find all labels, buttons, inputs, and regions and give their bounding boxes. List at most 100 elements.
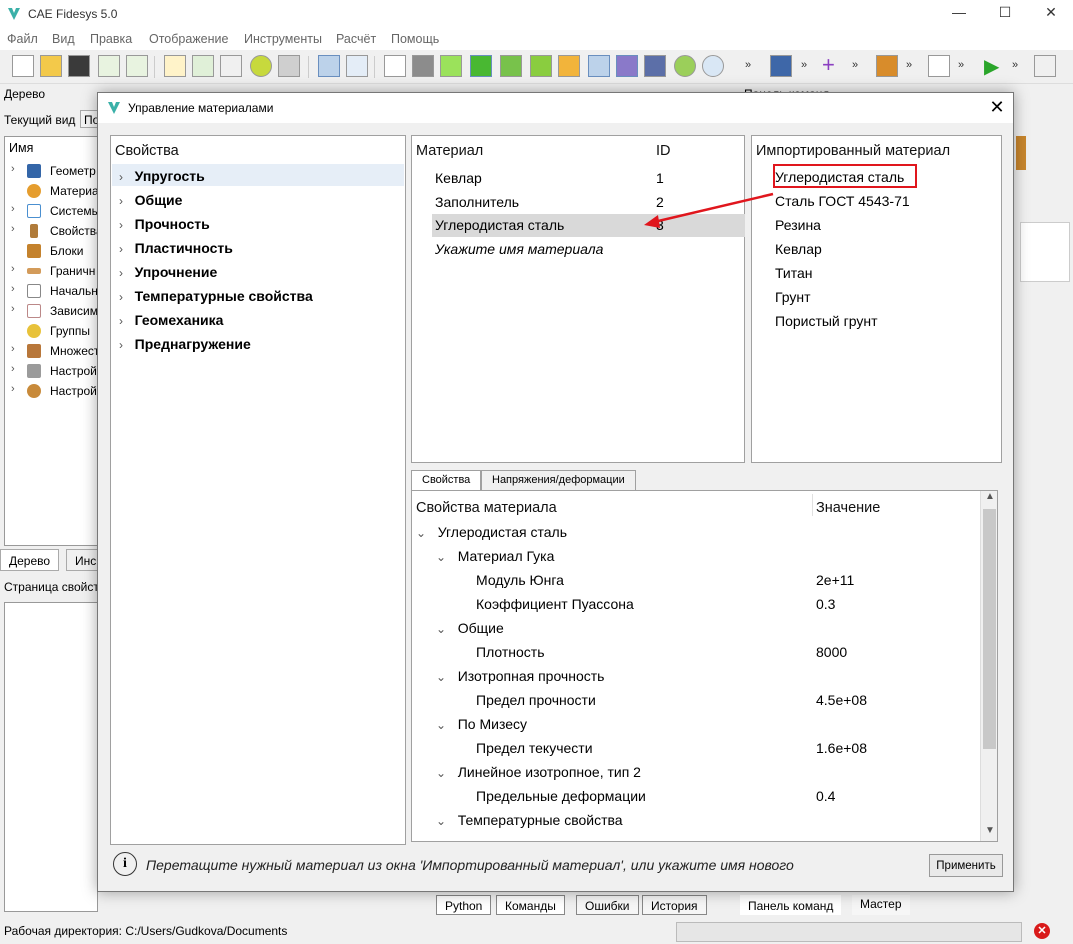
imported-item[interactable]: Сталь ГОСТ 4543-71 — [775, 193, 910, 209]
menu-tools[interactable]: Инструменты — [244, 32, 322, 46]
tree-item[interactable]: › Системы — [5, 201, 97, 221]
prop-row[interactable]: Плотность — [476, 644, 545, 660]
scrollbar-thumb[interactable] — [983, 509, 996, 749]
solid-cube-icon[interactable] — [412, 55, 434, 77]
axis-icon[interactable] — [1034, 55, 1056, 77]
new-material-placeholder[interactable]: Укажите имя материала — [435, 241, 603, 257]
property-category[interactable]: › Геомеханика — [119, 312, 223, 328]
prop-row[interactable]: Предельные деформации — [476, 788, 646, 804]
prop-row[interactable]: Модуль Юнга — [476, 572, 564, 588]
export-icon[interactable] — [126, 55, 148, 77]
refresh-icon[interactable] — [674, 55, 696, 77]
toolbar-overflow-icon[interactable]: » — [958, 59, 964, 71]
menu-edit[interactable]: Правка — [90, 32, 132, 46]
dialog-close-icon[interactable]: ✕ — [986, 97, 1008, 119]
tree-item[interactable]: Группы — [5, 321, 97, 341]
view-icon[interactable] — [644, 55, 666, 77]
select-icon[interactable] — [318, 55, 340, 77]
mesh-icon[interactable] — [530, 55, 552, 77]
toolbar-overflow-icon[interactable]: » — [906, 59, 912, 71]
undo-icon[interactable] — [346, 55, 368, 77]
scroll-down-icon[interactable]: ▼ — [985, 825, 995, 836]
tab-commands[interactable]: Команды — [496, 895, 565, 915]
close-icon[interactable]: ✕ — [1036, 4, 1066, 24]
toolbar-overflow-icon[interactable]: » — [745, 59, 751, 71]
menu-display[interactable]: Отображение — [149, 32, 228, 46]
toolbar-overflow-icon[interactable]: » — [852, 59, 858, 71]
tree-item[interactable]: › Свойства — [5, 221, 97, 241]
prop-row[interactable]: ⌄ Общие — [436, 620, 504, 636]
property-category[interactable]: › Температурные свойства — [119, 288, 313, 304]
tree-item[interactable]: Блоки — [5, 241, 97, 261]
curve-icon[interactable] — [500, 55, 522, 77]
import-icon[interactable] — [98, 55, 120, 77]
node-icon[interactable] — [558, 55, 580, 77]
box-icon[interactable] — [616, 55, 638, 77]
tab-stress-strain[interactable]: Напряжения/деформации — [481, 470, 636, 491]
tab-python[interactable]: Python — [436, 895, 492, 915]
prop-row[interactable]: ⌄ Материал Гука — [436, 548, 554, 564]
tab-tree[interactable]: Дерево — [0, 549, 60, 571]
prop-row[interactable]: ⌄ По Мизесу — [436, 716, 527, 732]
tab-errors[interactable]: Ошибки — [576, 895, 639, 915]
prop-row[interactable]: ⌄ Углеродистая сталь — [416, 524, 567, 540]
new-file-icon[interactable] — [12, 55, 34, 77]
pause-icon[interactable] — [250, 55, 272, 77]
prop-row[interactable]: ⌄ Линейное изотропное, тип 2 — [436, 764, 641, 780]
tree-item[interactable]: › Граничн — [5, 261, 97, 281]
tree-item[interactable]: › Настрой — [5, 381, 97, 401]
imported-item[interactable]: Грунт — [775, 289, 811, 305]
command-tool-icon[interactable] — [1016, 136, 1026, 170]
surface-icon[interactable] — [470, 55, 492, 77]
imported-item[interactable]: Пористый грунт — [775, 313, 878, 329]
users-icon[interactable] — [770, 55, 792, 77]
prop-value[interactable]: 0.4 — [816, 788, 835, 804]
prop-value[interactable]: 4.5e+08 — [816, 692, 867, 708]
prop-value[interactable]: 0.3 — [816, 596, 835, 612]
tree-item[interactable]: › Начальн — [5, 281, 97, 301]
property-category[interactable]: › Преднагружение — [119, 336, 251, 352]
prop-value[interactable]: 1.6e+08 — [816, 740, 867, 756]
hammer-icon[interactable] — [278, 55, 300, 77]
toolbar-overflow-icon[interactable]: » — [801, 59, 807, 71]
run-script-icon[interactable] — [192, 55, 214, 77]
property-category[interactable]: › Общие — [119, 192, 182, 208]
imported-item[interactable]: Кевлар — [775, 241, 822, 257]
tree-item[interactable]: › Зависим — [5, 301, 97, 321]
prop-row[interactable]: ⌄ Температурные свойства — [436, 812, 623, 828]
tree-item[interactable]: › Множест — [5, 341, 97, 361]
tab-wizard[interactable]: Мастер — [852, 895, 910, 915]
wireframe-cube-icon[interactable] — [384, 55, 406, 77]
menu-help[interactable]: Помощь — [391, 32, 439, 46]
bounding-box-icon[interactable] — [928, 55, 950, 77]
imported-item[interactable]: Резина — [775, 217, 821, 233]
vertical-scrollbar[interactable]: ▲ ▼ — [980, 491, 997, 841]
apply-button[interactable]: Применить — [929, 854, 1003, 877]
prop-row[interactable]: Предел прочности — [476, 692, 596, 708]
prop-value[interactable]: 2e+11 — [816, 572, 854, 588]
property-category[interactable]: › Упругость — [119, 168, 205, 184]
minimize-icon[interactable]: — — [944, 4, 974, 24]
prop-row[interactable]: ⌄ Изотропная прочность — [436, 668, 604, 684]
menu-calc[interactable]: Расчёт — [336, 32, 376, 46]
imported-item[interactable]: Титан — [775, 265, 813, 281]
property-category[interactable]: › Упрочнение — [119, 264, 217, 280]
tree-item[interactable]: › Настрой — [5, 361, 97, 381]
error-icon[interactable]: ✕ — [1034, 923, 1050, 939]
menu-file[interactable]: Файл — [7, 32, 38, 46]
crosshair-icon[interactable]: + — [822, 52, 835, 78]
tab-history[interactable]: История — [642, 895, 707, 915]
toolbar-overflow-icon[interactable]: » — [1012, 59, 1018, 71]
material-row[interactable]: Кевлар 1 — [432, 168, 742, 190]
prop-row[interactable]: Коэффициент Пуассона — [476, 596, 634, 612]
open-folder-icon[interactable] — [40, 55, 62, 77]
save-icon[interactable] — [68, 55, 90, 77]
tab-command-panel[interactable]: Панель команд — [740, 895, 842, 915]
menu-view[interactable]: Вид — [52, 32, 75, 46]
play-icon[interactable]: ▶ — [984, 54, 999, 79]
grid-icon[interactable] — [588, 55, 610, 77]
property-category[interactable]: › Прочность — [119, 216, 210, 232]
load-icon[interactable] — [876, 55, 898, 77]
id-icon[interactable] — [220, 55, 242, 77]
imported-item[interactable]: Углеродистая сталь — [775, 169, 904, 185]
